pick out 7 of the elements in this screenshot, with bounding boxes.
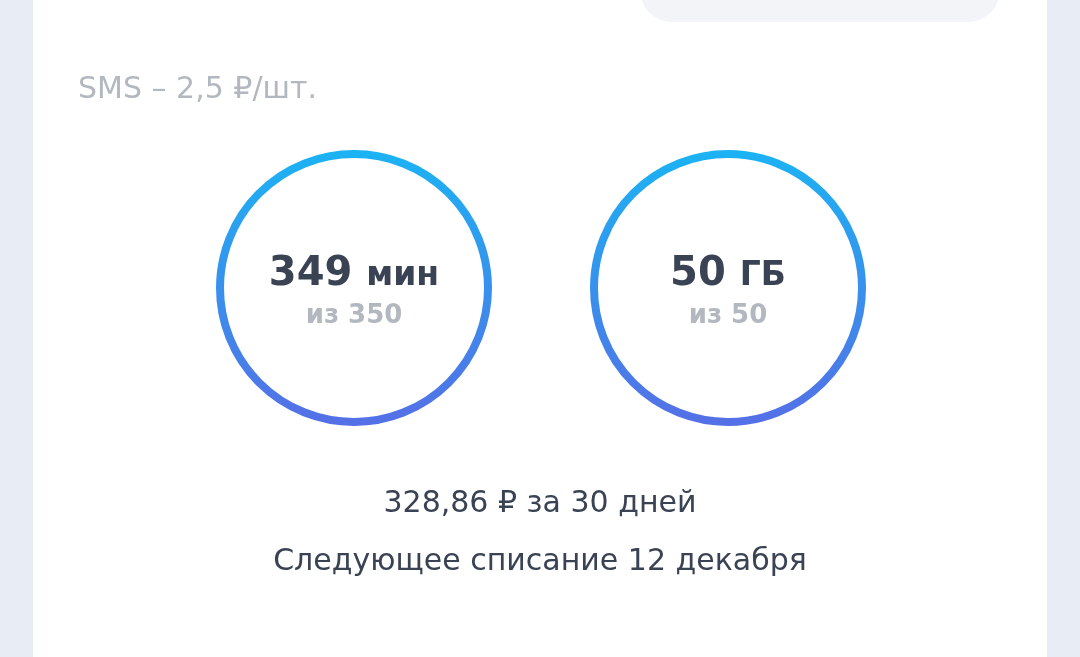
price-text: 328,86 ₽ за 30 дней: [382, 483, 698, 521]
gauge-value: 349 мин: [268, 246, 440, 296]
next-charge-text: Следующее списание 12 декабря: [272, 541, 808, 579]
sms-rate: SMS – 2,5 ₽/шт.: [78, 69, 318, 107]
gauge-total: из 50: [688, 297, 768, 330]
gauge-total: из 350: [305, 297, 403, 330]
gauge-value: 50 ГБ: [670, 246, 786, 296]
